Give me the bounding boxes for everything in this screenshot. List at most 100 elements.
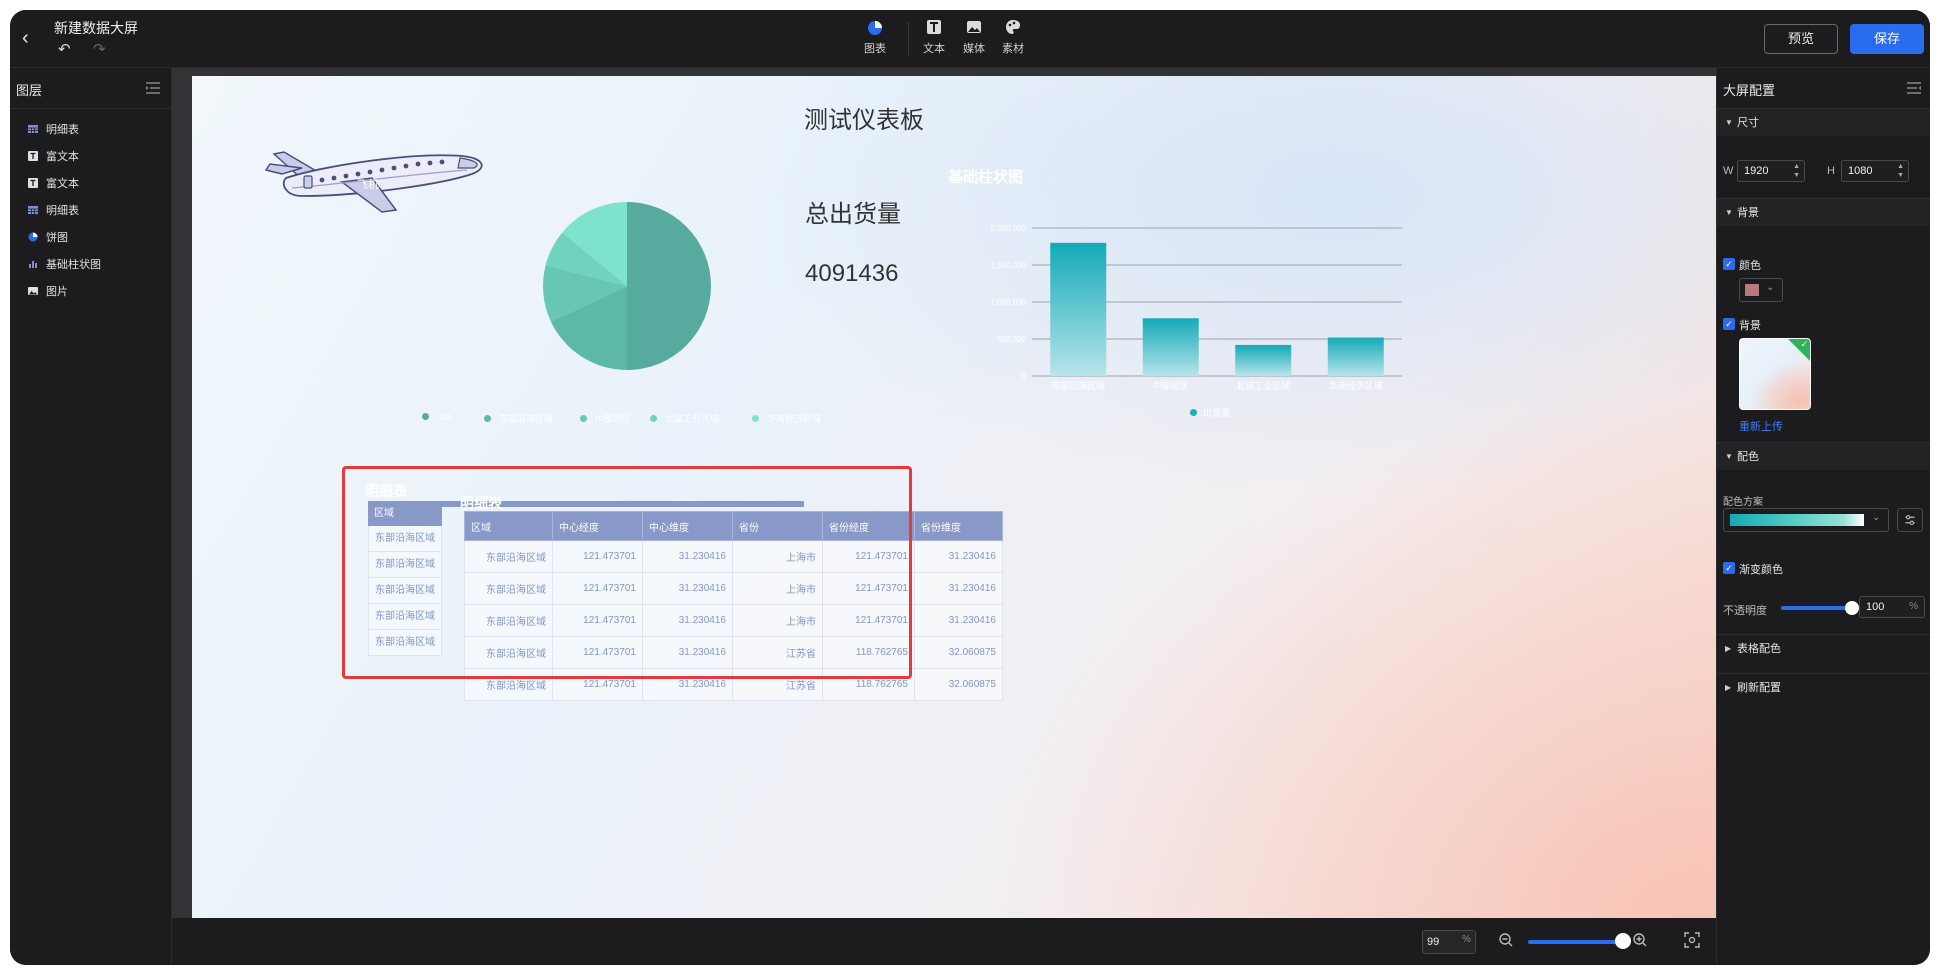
layer-label: 明细表 (46, 205, 79, 217)
dashboard-canvas[interactable]: 测试仪表板 飞机 null 东部沿海区域 中部地区 北部工业区域 华南经济区域 … (192, 76, 1716, 918)
x-tick-label: 北部工业区域 (1236, 380, 1290, 391)
opacity-unit: % (1909, 601, 1918, 612)
app-window: ‹ 新建数据大屏 ↶ ↷ 图表 文本 媒体 素材 预览 保存 图层 明细表 富文… (10, 10, 1930, 965)
legend-label: 华南经济区域 (767, 414, 822, 424)
layer-item[interactable]: 明细表 (28, 120, 168, 140)
section-label: 刷新配置 (1737, 682, 1781, 694)
tool-assets[interactable]: 素材 (995, 18, 1031, 56)
tool-chart[interactable]: 图表 (857, 18, 893, 56)
layer-label: 明细表 (46, 124, 79, 136)
sliders-icon[interactable] (1897, 508, 1923, 532)
background-checkbox[interactable]: ✓ (1723, 318, 1735, 330)
bar[interactable] (1142, 318, 1199, 376)
legend-item[interactable]: 东部沿海区域 (484, 412, 553, 425)
zoom-in-icon[interactable] (1632, 932, 1648, 948)
height-input[interactable]: 1080 ▲ ▼ (1841, 160, 1909, 182)
collapse-menu-icon[interactable] (146, 82, 160, 94)
legend-label: 出货量 (1203, 408, 1231, 418)
pie-chart[interactable] (512, 186, 742, 386)
y-tick-label: 2,000,000 (990, 224, 1026, 233)
zoom-bar: 99 % (172, 918, 1716, 965)
layer-item[interactable]: 基础柱状图 (28, 255, 168, 275)
caret-right-icon: ▶ (1725, 683, 1732, 692)
reupload-link[interactable]: 重新上传 (1739, 418, 1783, 434)
table-cell: 32.060875 (914, 668, 1003, 701)
selection-frame[interactable] (342, 466, 912, 679)
save-button[interactable]: 保存 (1850, 24, 1924, 54)
bar-legend: 出货量 (1190, 406, 1230, 419)
legend-dot (1190, 409, 1197, 416)
layer-label: 基础柱状图 (46, 259, 101, 271)
legend-item[interactable]: 华南经济区域 (752, 412, 821, 425)
kpi-value[interactable]: 4091436 (805, 260, 898, 288)
preview-button[interactable]: 预览 (1764, 24, 1838, 54)
layer-item[interactable]: 明细表 (28, 201, 168, 221)
opacity-slider-handle[interactable] (1845, 601, 1859, 615)
airplane-image[interactable] (262, 134, 488, 214)
color-label: 颜色 (1739, 260, 1761, 272)
zoom-unit: % (1462, 934, 1471, 945)
palette-select[interactable]: ⌄ (1723, 508, 1889, 532)
fit-screen-icon[interactable] (1684, 932, 1700, 948)
section-size[interactable]: ▼ 尺寸 (1717, 108, 1930, 136)
kpi-label[interactable]: 总出货量 (805, 194, 901, 229)
text-icon (28, 178, 38, 188)
bar[interactable] (1050, 242, 1107, 376)
gradient-checkbox[interactable]: ✓ (1723, 562, 1735, 574)
layer-item[interactable]: 图片 (28, 282, 168, 302)
table-header-cell[interactable]: 省份维度 (914, 511, 1003, 541)
tool-media[interactable]: 媒体 (956, 18, 992, 56)
legend-item[interactable]: 北部工业区域 (650, 412, 719, 425)
color-checkbox[interactable]: ✓ (1723, 258, 1735, 270)
bar[interactable] (1327, 337, 1384, 376)
back-icon[interactable]: ‹ (22, 28, 42, 48)
tool-text[interactable]: 文本 (916, 18, 952, 56)
layers-panel: 图层 明细表 富文本 富文本 明细表 饼图 基础柱状图 图片 (10, 68, 172, 965)
section-palette[interactable]: ▼ 配色 (1717, 442, 1930, 470)
collapse-menu-icon[interactable] (1907, 82, 1921, 94)
zoom-slider-handle[interactable] (1615, 933, 1631, 949)
section-table-colors[interactable]: ▶ 表格配色 (1717, 634, 1930, 662)
y-tick-label: 1,500,000 (990, 261, 1026, 270)
zoom-out-icon[interactable] (1498, 932, 1514, 948)
caret-right-icon: ▶ (1725, 644, 1732, 653)
table-cell: 31.230416 (914, 604, 1003, 637)
bar[interactable] (1235, 344, 1292, 376)
zoom-slider[interactable] (1528, 940, 1624, 944)
layer-item[interactable]: 富文本 (28, 147, 168, 167)
stepper-icon[interactable]: ▲ ▼ (1897, 162, 1904, 180)
layer-item[interactable]: 富文本 (28, 174, 168, 194)
color-picker[interactable]: ⌄ (1739, 278, 1783, 302)
layer-item[interactable]: 饼图 (28, 228, 168, 248)
section-label: 尺寸 (1737, 117, 1759, 129)
gradient-label: 渐变颜色 (1739, 564, 1783, 576)
opacity-input[interactable]: 100% (1859, 596, 1925, 618)
tool-media-label: 媒体 (963, 43, 985, 55)
width-input[interactable]: 1920 ▲ ▼ (1737, 160, 1805, 182)
background-thumbnail[interactable]: ✓ (1739, 338, 1811, 410)
chevron-down-icon: ⌄ (1872, 512, 1881, 523)
text-icon (927, 20, 941, 34)
section-refresh[interactable]: ▶ 刷新配置 (1717, 673, 1930, 701)
image-icon (28, 287, 38, 295)
pie-slice[interactable] (627, 202, 711, 370)
airplane-label: 飞机 (357, 179, 379, 191)
bar-chart[interactable]: 0 500,000 1,000,000 1,500,000 2,000,000 东部沿海区… (932, 176, 1412, 426)
y-tick-label: 0 (1022, 372, 1027, 381)
redo-icon[interactable]: ↷ (93, 40, 106, 58)
scheme-label: 配色方案 (1723, 497, 1763, 508)
color-swatch (1745, 284, 1759, 296)
legend-item[interactable]: 中部地区 (580, 412, 631, 425)
caret-down-icon: ▼ (1725, 118, 1733, 127)
legend-item[interactable]: null (422, 412, 451, 422)
dashboard-title[interactable]: 测试仪表板 (804, 100, 924, 135)
canvas-area: 测试仪表板 飞机 null 东部沿海区域 中部地区 北部工业区域 华南经济区域 … (172, 68, 1716, 918)
width-label: W (1723, 165, 1734, 177)
undo-icon[interactable]: ↶ (58, 40, 71, 58)
stepper-icon[interactable]: ▲ ▼ (1793, 162, 1800, 180)
section-background[interactable]: ▼ 背景 (1717, 198, 1930, 226)
palette-preview (1730, 514, 1864, 526)
tool-text-label: 文本 (923, 43, 945, 55)
y-tick-label: 500,000 (997, 335, 1026, 344)
opacity-slider[interactable] (1781, 606, 1851, 610)
